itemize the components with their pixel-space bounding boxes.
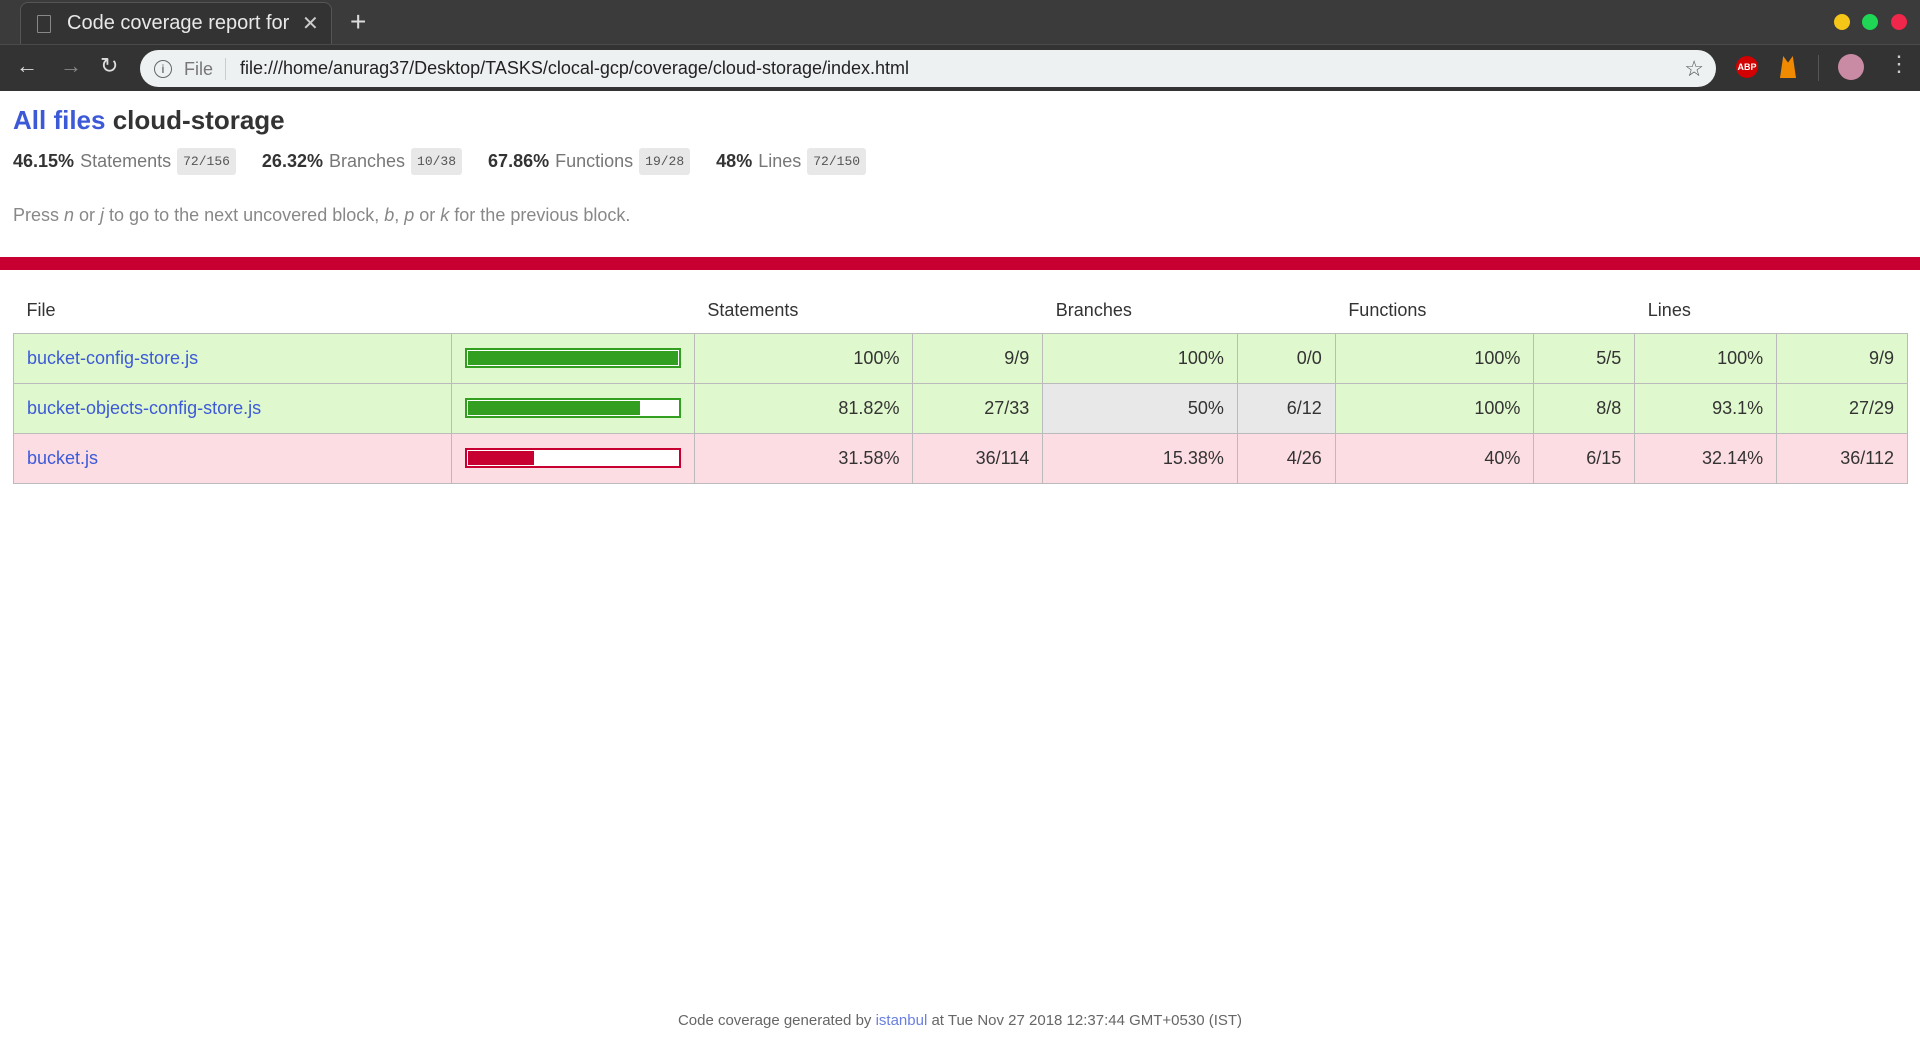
lines-pct: 32.14% [1634, 432, 1778, 484]
branches-count: 0/0 [1236, 332, 1336, 384]
lines-count: 36/112 [1776, 432, 1908, 484]
coverage-bar-fill [467, 351, 678, 365]
col-branches[interactable]: Branches [1043, 289, 1238, 333]
table-row: bucket-objects-config-store.js 81.82% 27… [13, 382, 1908, 434]
lines-pct: 100% [1634, 332, 1778, 384]
file-cell: bucket.js [13, 432, 452, 484]
stat-pct: 26.32% [261, 151, 323, 171]
statements-count: 27/33 [912, 382, 1044, 434]
summary-functions: 67.86% Functions 19/28 [488, 148, 691, 175]
branches-count: 4/26 [1236, 432, 1336, 484]
branches-pct: 100% [1042, 332, 1238, 384]
file-link[interactable]: bucket.js [27, 448, 98, 468]
functions-pct: 100% [1334, 382, 1535, 434]
tab-bar: Code coverage report for cloud-storage ✕… [0, 0, 1920, 44]
branches-pct: 15.38% [1042, 432, 1238, 484]
functions-count: 5/5 [1533, 332, 1636, 384]
profile-avatar[interactable] [1838, 54, 1864, 80]
lines-count: 9/9 [1776, 332, 1908, 384]
functions-count: 8/8 [1533, 382, 1636, 434]
statements-count: 36/114 [912, 432, 1044, 484]
coverage-bar [464, 448, 681, 468]
adblock-icon[interactable]: ABP [1736, 56, 1758, 78]
bookmark-star-icon[interactable]: ☆ [1684, 56, 1704, 82]
statements-pct: 31.58% [693, 432, 914, 484]
page-title: All files cloud-storage [13, 105, 285, 136]
coverage-bar [464, 398, 681, 418]
summary-stats: 46.15% Statements 72/156 26.32% Branches 10/… [13, 148, 892, 175]
col-file[interactable]: File [14, 289, 452, 333]
statements-pct: 100% [693, 332, 914, 384]
coverage-bar-fill [467, 401, 640, 415]
stat-pct: 48% [716, 151, 753, 171]
tab-title: Code coverage report for cloud-storage [67, 12, 292, 34]
folder-name: cloud-storage [112, 105, 285, 135]
stat-pct: 67.86% [488, 151, 550, 171]
coverage-bar [464, 348, 681, 368]
stat-label: Functions [555, 151, 634, 171]
col-statements[interactable]: Statements [694, 289, 913, 333]
all-files-link[interactable]: All files [13, 105, 105, 135]
close-tab-icon[interactable]: ✕ [302, 11, 319, 36]
coverage-bar-cell [450, 332, 695, 384]
forward-icon[interactable]: → [60, 53, 82, 79]
table-row: bucket.js 31.58% 36/114 15.38% 4/26 40% … [13, 432, 1908, 484]
lines-count: 27/29 [1776, 382, 1908, 434]
branches-count: 6/12 [1236, 382, 1336, 434]
toolbar-divider [1818, 55, 1819, 81]
functions-pct: 100% [1334, 332, 1535, 384]
document-icon [37, 14, 51, 33]
file-link[interactable]: bucket-config-store.js [27, 348, 198, 368]
col-lines[interactable]: Lines [1635, 289, 1777, 333]
back-icon[interactable]: ← [16, 53, 38, 79]
functions-pct: 40% [1334, 432, 1535, 484]
coverage-bar-cell [450, 432, 695, 484]
browser-tab[interactable]: Code coverage report for cloud-storage ✕ [20, 2, 332, 44]
file-cell: bucket-config-store.js [13, 332, 452, 384]
menu-kebab-icon[interactable]: ⋮ [1888, 51, 1910, 77]
coverage-bar-cell [450, 382, 695, 434]
summary-statements: 46.15% Statements 72/156 [13, 148, 236, 175]
summary-branches: 26.32% Branches 10/38 [261, 148, 463, 175]
url-text[interactable]: file:///home/anurag37/Desktop/TASKS/cloc… [240, 58, 909, 79]
footer: Code coverage generated by istanbul at T… [677, 1012, 1243, 1029]
table-header: File Statements Branches Functions Lines [14, 289, 1908, 333]
reload-icon[interactable]: ↻ [100, 53, 118, 79]
stat-pct: 46.15% [13, 151, 75, 171]
address-bar[interactable]: i File file:///home/anurag37/Desktop/TAS… [140, 50, 1716, 87]
close-window-button[interactable] [1891, 14, 1907, 30]
stat-fraction: 72/150 [807, 148, 867, 175]
maximize-button[interactable] [1862, 14, 1878, 30]
coverage-bar-fill [467, 451, 535, 465]
stat-fraction: 19/28 [639, 148, 691, 175]
statements-count: 9/9 [912, 332, 1044, 384]
stat-label: Statements [80, 151, 172, 171]
stat-label: Lines [758, 151, 802, 171]
file-cell: bucket-objects-config-store.js [13, 382, 452, 434]
table-row: bucket-config-store.js 100% 9/9 100% 0/0… [13, 332, 1908, 384]
istanbul-link[interactable]: istanbul [876, 1012, 928, 1029]
stat-fraction: 10/38 [411, 148, 463, 175]
minimize-button[interactable] [1834, 14, 1850, 30]
stat-label: Branches [328, 151, 406, 171]
info-icon[interactable]: i [154, 59, 172, 78]
lines-pct: 93.1% [1634, 382, 1778, 434]
browser-toolbar: ← → ↻ i File file:///home/anurag37/Deskt… [0, 44, 1920, 91]
metamask-fox-icon[interactable] [1780, 56, 1796, 78]
col-functions[interactable]: Functions [1335, 289, 1534, 333]
summary-lines: 48% Lines 72/150 [716, 148, 867, 175]
functions-count: 6/15 [1533, 432, 1636, 484]
statements-pct: 81.82% [693, 382, 914, 434]
branches-pct: 50% [1042, 382, 1238, 434]
keyboard-hint: Press n or j to go to the next uncovered… [13, 205, 631, 225]
coverage-table: File Statements Branches Functions Lines… [13, 289, 1908, 484]
new-tab-button[interactable]: + [350, 6, 366, 38]
file-link[interactable]: bucket-objects-config-store.js [27, 398, 261, 418]
stat-fraction: 72/156 [177, 148, 236, 175]
coverage-status-bar [0, 257, 1920, 270]
scheme-label: File [184, 57, 227, 80]
